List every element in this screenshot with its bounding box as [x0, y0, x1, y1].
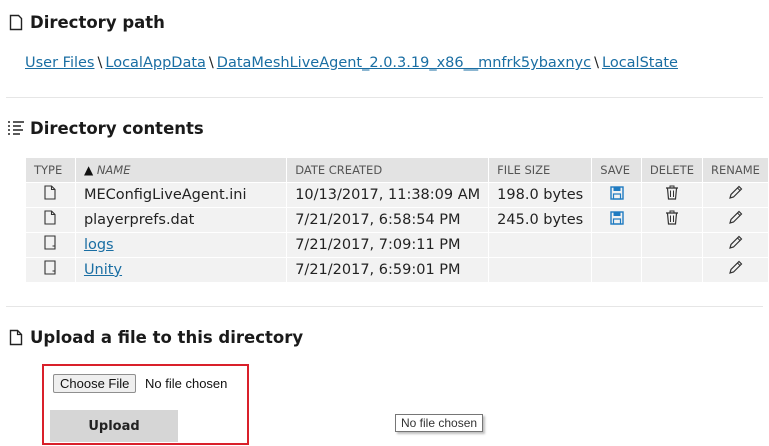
breadcrumb-localappdata[interactable]: LocalAppData	[105, 55, 206, 71]
name-cell: MEConfigLiveAgent.ini	[75, 181, 288, 207]
upload-button[interactable]: Upload	[50, 410, 178, 442]
column-header-name[interactable]: ▲ NAME	[75, 158, 288, 182]
upload-heading: Upload a file to this directory	[6, 327, 303, 347]
file-status-text: No file chosen	[145, 376, 228, 391]
file-size-cell: 245.0 bytes	[488, 206, 593, 232]
delete-cell	[641, 206, 703, 232]
type-cell	[26, 231, 76, 257]
column-header-delete: DELETE	[641, 158, 703, 182]
folder-icon	[44, 235, 57, 254]
table-header-row: TYPE ▲ NAME DATE CREATED FILE SIZE SAVE …	[26, 158, 769, 182]
save-cell	[591, 256, 642, 282]
column-header-name-label: NAME	[96, 162, 131, 177]
breadcrumb-separator: \	[97, 55, 103, 71]
breadcrumb-separator: \	[208, 55, 214, 71]
file-size-cell: 198.0 bytes	[488, 181, 593, 207]
directory-path-heading: Directory path	[6, 12, 165, 32]
trash-icon[interactable]	[665, 210, 679, 229]
pencil-icon[interactable]	[728, 185, 743, 204]
file-icon	[44, 210, 57, 229]
column-header-rename: RENAME	[702, 158, 769, 182]
choose-file-button[interactable]: Choose File	[53, 374, 137, 393]
table-row: Unity 7/21/2017, 6:59:01 PM	[26, 256, 769, 282]
save-icon[interactable]	[609, 185, 624, 204]
delete-cell	[641, 181, 703, 207]
directory-path-title: Directory path	[30, 12, 165, 32]
delete-cell	[641, 231, 703, 257]
name-cell: logs	[75, 231, 288, 257]
rename-cell	[702, 256, 769, 282]
rename-cell	[702, 181, 769, 207]
name-cell: playerprefs.dat	[75, 206, 288, 232]
breadcrumb-separator: \	[594, 55, 599, 71]
date-created-cell: 10/13/2017, 11:38:09 AM	[286, 181, 490, 207]
section-divider	[6, 306, 763, 307]
file-icon	[6, 327, 26, 347]
date-created-cell: 7/21/2017, 6:58:54 PM	[286, 206, 490, 232]
type-cell	[26, 206, 76, 232]
breadcrumb: User Files \ LocalAppData \ DataMeshLiveAgen…	[25, 55, 678, 71]
save-cell	[591, 181, 642, 207]
directory-table: TYPE ▲ NAME DATE CREATED FILE SIZE SAVE …	[26, 158, 769, 282]
upload-form-highlight: Choose File No file chosen Upload	[42, 364, 249, 445]
file-size-cell	[488, 256, 593, 282]
pencil-icon[interactable]	[728, 210, 743, 229]
tooltip: No file chosen	[395, 414, 484, 432]
file-icon	[6, 12, 26, 32]
rename-cell	[702, 231, 769, 257]
section-divider	[6, 97, 763, 98]
column-header-type[interactable]: TYPE	[26, 158, 76, 182]
column-header-date-created[interactable]: DATE CREATED	[286, 158, 490, 182]
breadcrumb-user-files[interactable]: User Files	[25, 55, 94, 71]
pencil-icon[interactable]	[728, 235, 743, 254]
type-cell	[26, 181, 76, 207]
date-created-cell: 7/21/2017, 6:59:01 PM	[286, 256, 490, 282]
rename-cell	[702, 206, 769, 232]
date-created-cell: 7/21/2017, 7:09:11 PM	[286, 231, 490, 257]
column-header-file-size[interactable]: FILE SIZE	[488, 158, 593, 182]
sort-ascending-icon: ▲	[83, 162, 94, 177]
breadcrumb-datameshliveagent[interactable]: DataMeshLiveAgent_2.0.3.19_x86__mnfrk5yb…	[217, 55, 591, 71]
folder-link-unity[interactable]: Unity	[84, 262, 122, 278]
save-cell	[591, 231, 642, 257]
trash-icon[interactable]	[665, 185, 679, 204]
folder-link-logs[interactable]: logs	[84, 237, 114, 253]
pencil-icon[interactable]	[728, 260, 743, 279]
file-icon	[44, 185, 57, 204]
table-row: MEConfigLiveAgent.ini 10/13/2017, 11:38:…	[26, 181, 769, 207]
directory-contents-heading: Directory contents	[6, 118, 204, 138]
upload-title: Upload a file to this directory	[30, 327, 304, 347]
table-row: playerprefs.dat 7/21/2017, 6:58:54 PM 24…	[26, 206, 769, 232]
type-cell	[26, 256, 76, 282]
name-cell: Unity	[75, 256, 288, 282]
save-cell	[591, 206, 642, 232]
folder-icon	[44, 260, 57, 279]
column-header-save: SAVE	[591, 158, 642, 182]
file-size-cell	[488, 231, 593, 257]
table-row: logs 7/21/2017, 7:09:11 PM	[26, 231, 769, 257]
breadcrumb-localstate[interactable]: LocalState	[602, 55, 678, 71]
directory-contents-title: Directory contents	[30, 118, 204, 138]
delete-cell	[641, 256, 703, 282]
list-icon	[6, 118, 26, 138]
save-icon[interactable]	[609, 210, 624, 229]
